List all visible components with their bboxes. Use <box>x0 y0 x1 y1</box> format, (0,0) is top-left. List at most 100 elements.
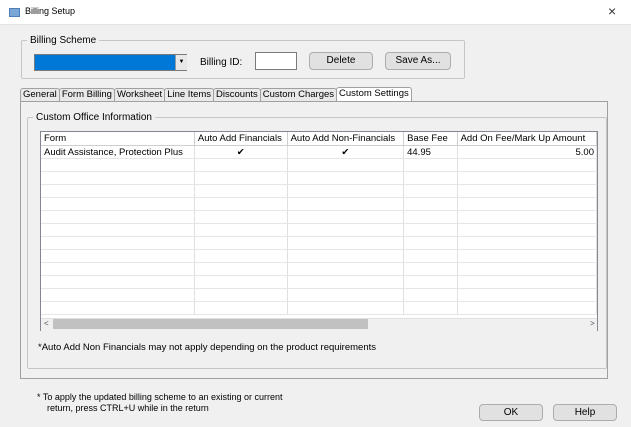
tab-discounts[interactable]: Discounts <box>213 88 261 101</box>
empty-cell[interactable] <box>41 301 195 315</box>
empty-cell[interactable] <box>403 301 458 315</box>
table-row-empty[interactable] <box>41 275 597 289</box>
empty-cell[interactable] <box>41 171 195 185</box>
empty-cell[interactable] <box>287 210 405 224</box>
cell-form[interactable]: Audit Assistance, Protection Plus <box>41 145 195 159</box>
close-icon[interactable]: × <box>608 3 616 19</box>
billing-scheme-dropdown[interactable] <box>34 54 187 71</box>
empty-cell[interactable] <box>287 197 405 211</box>
scrollbar-thumb[interactable] <box>53 319 368 329</box>
table-row-empty[interactable] <box>41 288 597 302</box>
empty-cell[interactable] <box>287 236 405 250</box>
empty-cell[interactable] <box>41 210 195 224</box>
save-as-button[interactable]: Save As... <box>385 52 451 70</box>
empty-cell[interactable] <box>457 197 597 211</box>
table-row-empty[interactable] <box>41 301 597 315</box>
empty-cell[interactable] <box>194 275 288 289</box>
empty-cell[interactable] <box>403 249 458 263</box>
empty-cell[interactable] <box>457 288 597 302</box>
empty-cell[interactable] <box>457 171 597 185</box>
tab-custom-charges[interactable]: Custom Charges <box>259 88 338 101</box>
empty-cell[interactable] <box>194 288 288 302</box>
empty-cell[interactable] <box>287 184 405 198</box>
empty-cell[interactable] <box>457 249 597 263</box>
ok-button[interactable]: OK <box>479 404 543 421</box>
cell-add-on-fee[interactable]: 5.00 <box>457 145 597 159</box>
empty-cell[interactable] <box>194 197 288 211</box>
empty-cell[interactable] <box>403 262 458 276</box>
empty-cell[interactable] <box>287 262 405 276</box>
table-row[interactable]: Audit Assistance, Protection Plus ✔ ✔ 44… <box>41 145 597 159</box>
table-row-empty[interactable] <box>41 249 597 263</box>
table-row-empty[interactable] <box>41 158 597 172</box>
empty-cell[interactable] <box>457 301 597 315</box>
empty-cell[interactable] <box>287 158 405 172</box>
column-header-auto-add-non-financials[interactable]: Auto Add Non-Financials <box>287 132 405 146</box>
scroll-right-icon[interactable]: > <box>590 319 595 328</box>
empty-cell[interactable] <box>403 171 458 185</box>
tab-line-items[interactable]: Line Items <box>164 88 215 101</box>
empty-cell[interactable] <box>403 223 458 237</box>
empty-cell[interactable] <box>41 236 195 250</box>
empty-cell[interactable] <box>403 288 458 302</box>
empty-cell[interactable] <box>194 184 288 198</box>
table-row-empty[interactable] <box>41 171 597 185</box>
empty-cell[interactable] <box>457 236 597 250</box>
empty-cell[interactable] <box>457 158 597 172</box>
column-header-add-on-fee[interactable]: Add On Fee/Mark Up Amount <box>457 132 597 146</box>
empty-cell[interactable] <box>194 236 288 250</box>
column-header-auto-add-financials[interactable]: Auto Add Financials <box>194 132 288 146</box>
empty-cell[interactable] <box>457 223 597 237</box>
empty-cell[interactable] <box>194 158 288 172</box>
tab-custom-settings[interactable]: Custom Settings <box>336 87 412 101</box>
table-row-empty[interactable] <box>41 184 597 198</box>
empty-cell[interactable] <box>287 249 405 263</box>
table-row-empty[interactable] <box>41 223 597 237</box>
empty-cell[interactable] <box>194 171 288 185</box>
empty-cell[interactable] <box>287 223 405 237</box>
empty-cell[interactable] <box>41 197 195 211</box>
chevron-down-icon[interactable]: ▼ <box>175 55 187 70</box>
tab-form-billing[interactable]: Form Billing <box>58 88 115 101</box>
tab-general[interactable]: General <box>20 88 60 101</box>
empty-cell[interactable] <box>41 262 195 276</box>
empty-cell[interactable] <box>287 275 405 289</box>
empty-cell[interactable] <box>41 223 195 237</box>
empty-cell[interactable] <box>403 184 458 198</box>
empty-cell[interactable] <box>457 184 597 198</box>
empty-cell[interactable] <box>194 262 288 276</box>
delete-button[interactable]: Delete <box>309 52 373 70</box>
empty-cell[interactable] <box>457 275 597 289</box>
empty-cell[interactable] <box>194 301 288 315</box>
column-header-base-fee[interactable]: Base Fee <box>403 132 458 146</box>
empty-cell[interactable] <box>403 210 458 224</box>
empty-cell[interactable] <box>287 171 405 185</box>
table-row-empty[interactable] <box>41 210 597 224</box>
empty-cell[interactable] <box>41 184 195 198</box>
empty-cell[interactable] <box>194 249 288 263</box>
empty-cell[interactable] <box>41 275 195 289</box>
empty-cell[interactable] <box>287 301 405 315</box>
empty-cell[interactable] <box>403 197 458 211</box>
tab-worksheet[interactable]: Worksheet <box>113 88 166 101</box>
empty-cell[interactable] <box>287 288 405 302</box>
empty-cell[interactable] <box>457 210 597 224</box>
column-header-form[interactable]: Form <box>41 132 195 146</box>
cell-base-fee[interactable]: 44.95 <box>403 145 458 159</box>
empty-cell[interactable] <box>403 275 458 289</box>
empty-cell[interactable] <box>403 158 458 172</box>
empty-cell[interactable] <box>41 288 195 302</box>
empty-cell[interactable] <box>194 223 288 237</box>
table-row-empty[interactable] <box>41 236 597 250</box>
empty-cell[interactable] <box>194 210 288 224</box>
empty-cell[interactable] <box>457 262 597 276</box>
checkmark-icon[interactable]: ✔ <box>287 145 405 159</box>
billing-id-input[interactable] <box>255 52 297 70</box>
checkmark-icon[interactable]: ✔ <box>194 145 288 159</box>
table-row-empty[interactable] <box>41 262 597 276</box>
help-button[interactable]: Help <box>553 404 617 421</box>
table-row-empty[interactable] <box>41 197 597 211</box>
empty-cell[interactable] <box>41 249 195 263</box>
empty-cell[interactable] <box>41 158 195 172</box>
scroll-left-icon[interactable]: < <box>44 319 49 328</box>
